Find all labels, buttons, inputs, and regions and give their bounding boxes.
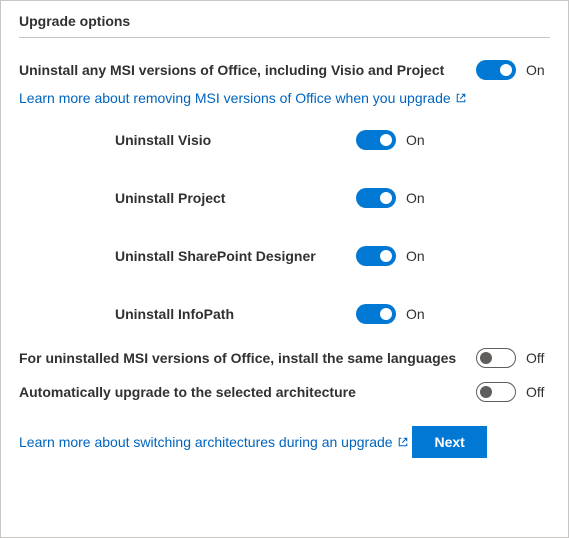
uninstall-infopath-toggle-wrap: On [356, 304, 430, 324]
uninstall-msi-toggle[interactable] [476, 60, 516, 80]
uninstall-spdesigner-row: Uninstall SharePoint Designer On [115, 246, 430, 266]
page-title: Upgrade options [19, 13, 550, 37]
uninstall-spdesigner-toggle-wrap: On [356, 246, 430, 266]
uninstall-project-toggle-wrap: On [356, 188, 430, 208]
uninstall-infopath-label: Uninstall InfoPath [115, 306, 234, 322]
auto-upgrade-label: Automatically upgrade to the selected ar… [19, 384, 476, 400]
same-languages-toggle-wrap: Off [476, 348, 550, 368]
learn-more-msi-link[interactable]: Learn more about removing MSI versions o… [19, 90, 467, 106]
auto-upgrade-toggle-wrap: Off [476, 382, 550, 402]
upgrade-options-panel: Upgrade options Uninstall any MSI versio… [0, 0, 569, 538]
external-link-icon [455, 92, 467, 104]
uninstall-project-toggle[interactable] [356, 188, 396, 208]
uninstall-spdesigner-state: On [406, 248, 430, 264]
uninstall-infopath-row: Uninstall InfoPath On [115, 304, 430, 324]
uninstall-infopath-state: On [406, 306, 430, 322]
uninstall-project-state: On [406, 190, 430, 206]
learn-more-msi-text: Learn more about removing MSI versions o… [19, 90, 451, 106]
auto-upgrade-state: Off [526, 384, 550, 400]
title-divider [19, 37, 550, 38]
auto-upgrade-row: Automatically upgrade to the selected ar… [19, 382, 550, 402]
uninstall-visio-state: On [406, 132, 430, 148]
next-button[interactable]: Next [412, 426, 486, 458]
learn-more-arch-text: Learn more about switching architectures… [19, 434, 393, 450]
uninstall-spdesigner-toggle[interactable] [356, 246, 396, 266]
uninstall-msi-label: Uninstall any MSI versions of Office, in… [19, 62, 476, 78]
external-link-icon [397, 436, 409, 448]
uninstall-visio-row: Uninstall Visio On [115, 130, 430, 150]
learn-more-arch-link[interactable]: Learn more about switching architectures… [19, 434, 409, 450]
uninstall-msi-row: Uninstall any MSI versions of Office, in… [19, 60, 550, 80]
uninstall-visio-toggle[interactable] [356, 130, 396, 150]
sub-options-group: Uninstall Visio On Uninstall Project On … [19, 130, 550, 324]
uninstall-project-row: Uninstall Project On [115, 188, 430, 208]
auto-upgrade-toggle[interactable] [476, 382, 516, 402]
uninstall-msi-state: On [526, 62, 550, 78]
uninstall-msi-toggle-wrap: On [476, 60, 550, 80]
same-languages-row: For uninstalled MSI versions of Office, … [19, 348, 550, 368]
same-languages-toggle[interactable] [476, 348, 516, 368]
uninstall-project-label: Uninstall Project [115, 190, 225, 206]
same-languages-state: Off [526, 350, 550, 366]
uninstall-infopath-toggle[interactable] [356, 304, 396, 324]
same-languages-label: For uninstalled MSI versions of Office, … [19, 350, 476, 366]
uninstall-visio-toggle-wrap: On [356, 130, 430, 150]
uninstall-visio-label: Uninstall Visio [115, 132, 211, 148]
uninstall-spdesigner-label: Uninstall SharePoint Designer [115, 248, 316, 264]
